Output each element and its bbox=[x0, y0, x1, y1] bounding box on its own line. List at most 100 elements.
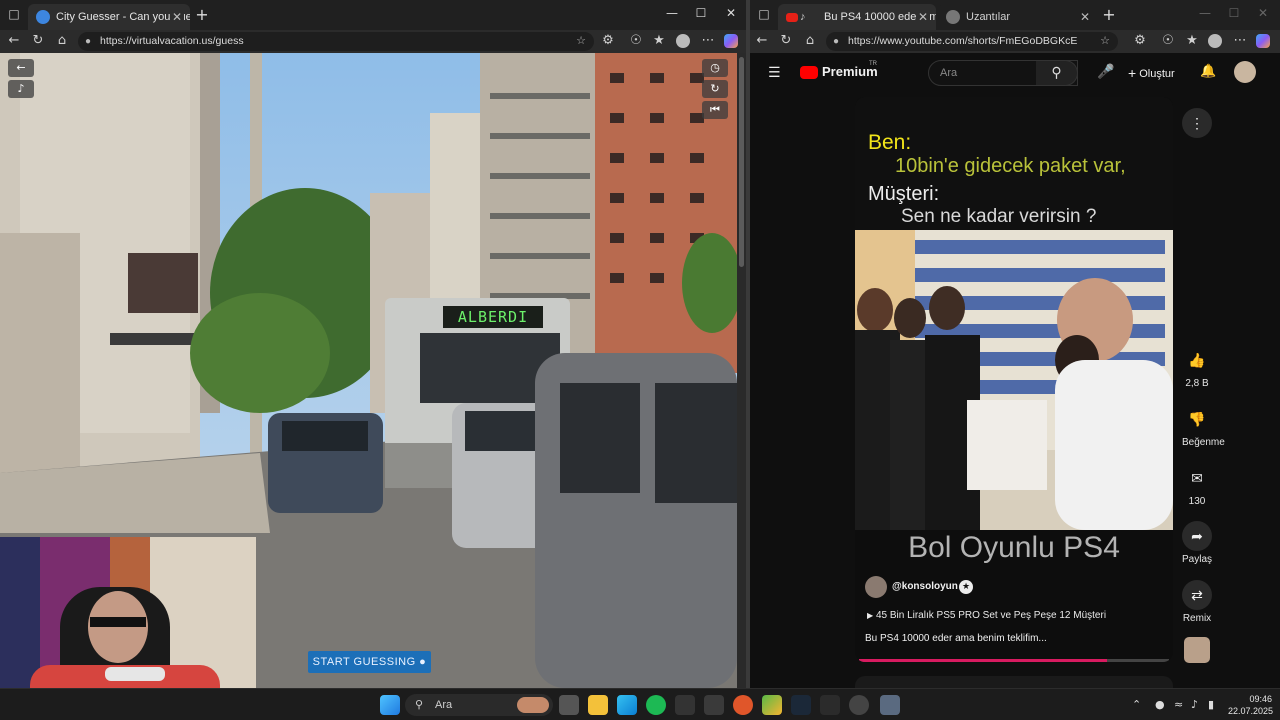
comments-button[interactable]: ✉ 130 bbox=[1182, 463, 1212, 507]
reload-icon[interactable]: ↻ bbox=[30, 33, 46, 49]
like-button[interactable]: 👍 2,8 B bbox=[1182, 345, 1212, 389]
tab-city-guesser[interactable]: City Guesser - Can you guess whe ✕ bbox=[28, 4, 190, 30]
volume-icon[interactable]: ♪ bbox=[1191, 698, 1198, 711]
left-scrollbar[interactable] bbox=[737, 53, 746, 688]
wifi-icon[interactable]: ≈ bbox=[1174, 698, 1183, 711]
url-field[interactable]: ● https://virtualvacation.us/guess ☆ bbox=[78, 32, 594, 51]
maximize-button[interactable]: ☐ bbox=[1225, 6, 1243, 20]
shield-icon[interactable]: ☉ bbox=[1160, 33, 1176, 49]
channel-avatar[interactable] bbox=[1234, 61, 1256, 83]
extension-icon[interactable]: ⚙ bbox=[1132, 33, 1148, 49]
capcut-icon[interactable] bbox=[704, 695, 724, 715]
favorites-icon[interactable]: ★ bbox=[651, 33, 667, 49]
create-label: Oluştur bbox=[1139, 68, 1175, 80]
edge-browser-icon[interactable] bbox=[617, 695, 637, 715]
more-vertical-icon: ⋮ bbox=[1182, 108, 1212, 138]
tab-extensions[interactable]: Uzantılar ✕ bbox=[938, 4, 1098, 30]
epic-games-icon[interactable] bbox=[820, 695, 840, 715]
youtube-logo-icon[interactable] bbox=[800, 66, 818, 79]
notifications-bell-icon[interactable]: 🔔 bbox=[1200, 64, 1216, 79]
rewind-button[interactable]: ⏮ bbox=[702, 101, 728, 119]
taskbar-search[interactable]: ⚲ Ara bbox=[405, 694, 553, 716]
microphone-tray-icon[interactable]: ● bbox=[1155, 698, 1165, 711]
tray-chevron-up-icon[interactable]: ⌃ bbox=[1132, 698, 1141, 711]
more-menu-icon[interactable]: ⋯ bbox=[1232, 33, 1248, 49]
back-icon[interactable]: ← bbox=[6, 33, 22, 49]
bookmark-star-icon[interactable]: ☆ bbox=[576, 32, 586, 51]
lock-icon: ● bbox=[833, 36, 840, 47]
profile-avatar-icon[interactable] bbox=[1208, 34, 1222, 48]
video-progress-bar[interactable] bbox=[859, 659, 1169, 662]
next-short-preview[interactable] bbox=[855, 676, 1173, 688]
system-clock[interactable]: 09:46 22.07.2025 bbox=[1228, 693, 1274, 717]
tab-youtube-short[interactable]: ♪ Bu PS4 10000 eder ama ben ✕ bbox=[778, 4, 936, 30]
close-tab-icon[interactable]: ✕ bbox=[170, 4, 184, 30]
share-button[interactable]: ➦ Paylaş bbox=[1182, 521, 1212, 565]
url-field[interactable]: ● https://www.youtube.com/shorts/FmEGoDB… bbox=[826, 32, 1118, 51]
steam-icon[interactable] bbox=[791, 695, 811, 715]
windows-taskbar: ⚲ Ara ⌃ ● ≈ ♪ ▮ 09:46 22.07.2025 bbox=[0, 688, 1280, 720]
video-progress-fill bbox=[859, 659, 1107, 662]
copilot-icon[interactable] bbox=[724, 34, 738, 48]
battery-icon[interactable]: ▮ bbox=[1208, 698, 1214, 711]
home-icon[interactable]: ⌂ bbox=[54, 33, 70, 49]
favorites-icon[interactable]: ★ bbox=[1184, 33, 1200, 49]
sound-thumbnail[interactable] bbox=[1184, 637, 1210, 663]
terminal-icon[interactable] bbox=[675, 695, 695, 715]
extension-icon[interactable]: ⚙ bbox=[600, 33, 616, 49]
close-tab-icon[interactable]: ✕ bbox=[916, 4, 930, 30]
go-back-button[interactable]: ← bbox=[8, 59, 34, 77]
scroll-thumb[interactable] bbox=[739, 57, 744, 267]
brave-icon[interactable] bbox=[733, 695, 753, 715]
bookmark-star-icon[interactable]: ☆ bbox=[1100, 32, 1110, 51]
shield-icon[interactable]: ☉ bbox=[628, 33, 644, 49]
remix-button[interactable]: ⇄ Remix bbox=[1182, 580, 1212, 624]
search-icon[interactable]: ⚲ bbox=[1036, 60, 1078, 86]
short-video-player[interactable]: Ben: 10bin'e gidecek paket var, Müşteri:… bbox=[855, 97, 1173, 662]
url-text: https://www.youtube.com/shorts/FmEGoDBGK… bbox=[848, 35, 1078, 47]
tab-actions-icon[interactable]: □ bbox=[756, 7, 772, 23]
close-window-button[interactable]: ✕ bbox=[722, 6, 740, 20]
new-tab-button[interactable]: + bbox=[193, 6, 211, 24]
channel-avatar[interactable] bbox=[865, 576, 887, 598]
close-tab-icon[interactable]: ✕ bbox=[1078, 4, 1092, 30]
dislike-button[interactable]: 👎 Beğenme bbox=[1182, 404, 1225, 448]
more-options-button[interactable]: ⋮ bbox=[1182, 108, 1212, 141]
close-window-button[interactable]: ✕ bbox=[1254, 6, 1272, 20]
home-icon[interactable]: ⌂ bbox=[802, 33, 818, 49]
settings-gear-icon[interactable] bbox=[880, 695, 900, 715]
profile-avatar-icon[interactable] bbox=[676, 34, 690, 48]
obs-icon[interactable] bbox=[849, 695, 869, 715]
new-tab-button[interactable]: + bbox=[1100, 6, 1118, 24]
reload-icon[interactable]: ↻ bbox=[778, 33, 794, 49]
clock-date: 22.07.2025 bbox=[1228, 706, 1274, 716]
create-button[interactable]: + Oluştur bbox=[1128, 65, 1175, 81]
windows-start-icon[interactable] bbox=[380, 695, 400, 715]
right-browser-window: □ ♪ Bu PS4 10000 eder ama ben ✕ Uzantıla… bbox=[750, 0, 1280, 688]
speaker-icon[interactable]: ♪ bbox=[800, 4, 806, 30]
tab-actions-icon[interactable]: □ bbox=[6, 7, 22, 23]
timer-button[interactable]: ◷ bbox=[702, 59, 728, 77]
thumbs-down-icon: 👎 bbox=[1188, 411, 1206, 427]
refresh-video-button[interactable]: ↻ bbox=[702, 80, 728, 98]
minimize-button[interactable]: — bbox=[663, 6, 681, 20]
app-icon[interactable] bbox=[762, 695, 782, 715]
start-guessing-button[interactable]: START GUESSING ● bbox=[308, 651, 431, 673]
task-view-icon[interactable] bbox=[559, 695, 579, 715]
remix-label: Remix bbox=[1182, 613, 1212, 624]
maximize-button[interactable]: ☐ bbox=[692, 6, 710, 20]
caption-line-2: Sen ne kadar verirsin ? bbox=[901, 206, 1097, 227]
back-icon[interactable]: ← bbox=[754, 33, 770, 49]
region-code: TR bbox=[869, 61, 877, 67]
more-menu-icon[interactable]: ⋯ bbox=[700, 33, 716, 49]
copilot-icon[interactable] bbox=[1256, 34, 1270, 48]
short-description[interactable]: Bu PS4 10000 eder ama benim teklifim... bbox=[865, 633, 1047, 644]
sound-toggle-button[interactable]: ♪ bbox=[8, 80, 34, 98]
minimize-button[interactable]: — bbox=[1196, 6, 1214, 20]
microphone-icon[interactable]: 🎤 bbox=[1097, 64, 1114, 80]
file-explorer-icon[interactable] bbox=[588, 695, 608, 715]
spotify-icon[interactable] bbox=[646, 695, 666, 715]
channel-name[interactable]: @konsoloyun bbox=[892, 581, 958, 592]
playlist-link[interactable]: ▶ 45 Bin Liralık PS5 PRO Set ve Peş Peşe… bbox=[867, 610, 1106, 621]
menu-hamburger-icon[interactable]: ☰ bbox=[768, 65, 781, 81]
